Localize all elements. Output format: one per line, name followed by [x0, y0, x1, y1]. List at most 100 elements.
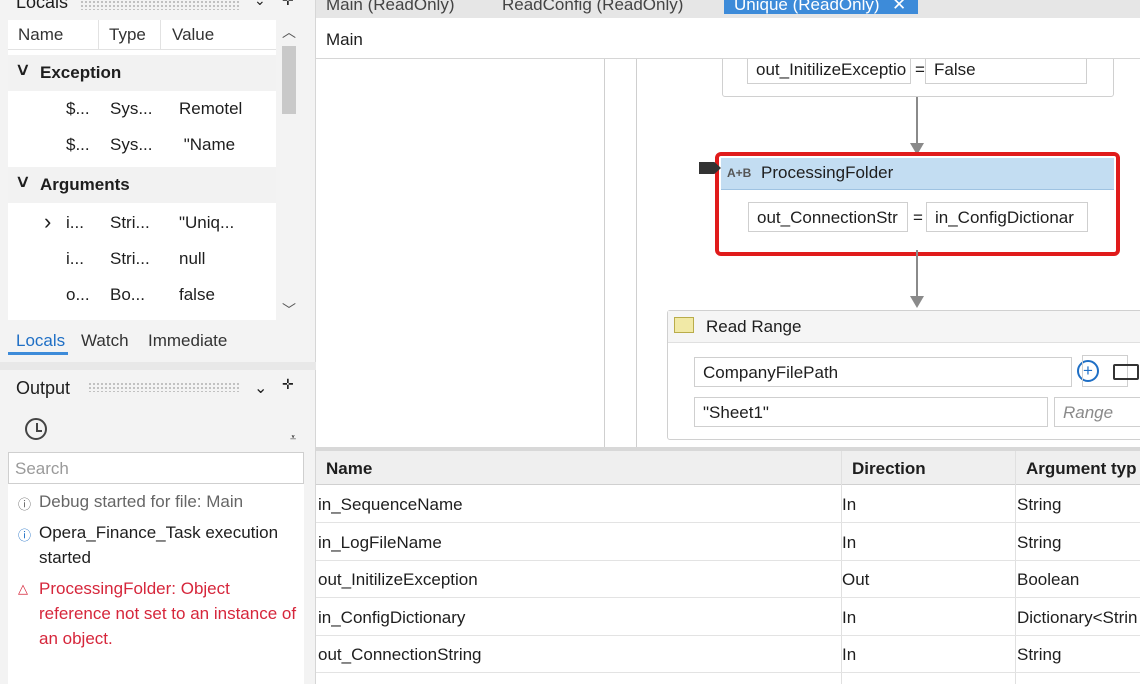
output-message-info[interactable]: Opera_Finance_Task execution started — [39, 520, 301, 570]
argument-type[interactable]: Dictionary<Strin — [1017, 608, 1137, 628]
activity-header[interactable]: Read Range — [668, 311, 1140, 343]
chevron-down-icon[interactable]: ˅ — [17, 172, 29, 195]
argument-name[interactable]: in_LogFileName — [318, 533, 442, 553]
assign-activity[interactable]: out_InitilizeExceptio = False — [722, 59, 1114, 97]
assign-value-field[interactable]: in_ConfigDictionar — [926, 202, 1088, 232]
assign-to-field[interactable]: out_ConnectionStr — [748, 202, 908, 232]
arrow-down-icon — [910, 296, 924, 308]
argument-direction[interactable]: In — [842, 608, 856, 628]
locals-tree: ˅ Exception $... Sys... Remotel $... Sys… — [8, 50, 276, 320]
workbook-path-field[interactable]: CompanyFilePath — [694, 357, 1072, 387]
assign-to-field[interactable]: out_InitilizeExceptio — [747, 59, 911, 84]
activity-title: Read Range — [706, 317, 802, 336]
chevron-down-icon[interactable]: ⌄ — [254, 378, 267, 398]
equals-sign: = — [913, 208, 923, 227]
scroll-thumb[interactable] — [282, 46, 296, 114]
folder-icon — [1113, 364, 1139, 380]
argument-type[interactable]: String — [1017, 495, 1061, 515]
argument-name[interactable]: in_ConfigDictionary — [318, 608, 465, 628]
tab-main[interactable]: Main (ReadOnly) — [326, 0, 455, 15]
col-name[interactable]: Name — [326, 459, 372, 479]
processing-folder-activity[interactable]: A+B ProcessingFolder out_ConnectionStr =… — [715, 152, 1120, 256]
group-label: Exception — [40, 63, 122, 82]
tab-active-indicator — [8, 352, 68, 355]
argument-direction[interactable]: In — [842, 495, 856, 515]
list-item[interactable]: $... Sys... "Name — [8, 127, 276, 163]
left-pane: Locals ⌄ ✛ Name Type Value ˅ Exception $… — [0, 0, 316, 684]
breadcrumb-main[interactable]: Main — [326, 30, 363, 50]
assign-value-field[interactable]: False — [925, 59, 1087, 84]
tree-group-exception[interactable]: ˅ Exception — [8, 55, 276, 91]
browse-button[interactable] — [1082, 355, 1139, 387]
locals-drag-handle[interactable] — [80, 0, 240, 10]
table-row[interactable]: in_LogFileName In String — [316, 524, 1140, 561]
argument-name[interactable]: in_SequenceName — [318, 495, 463, 515]
clock-icon[interactable] — [25, 418, 47, 440]
list-item[interactable]: o... Bo... false — [8, 277, 276, 313]
locals-col-name[interactable]: Name — [18, 25, 63, 45]
local-value: "Uniq... — [179, 213, 235, 232]
filter-icon[interactable]: ⩡ — [290, 432, 296, 445]
chevron-right-icon[interactable]: › — [44, 209, 51, 235]
local-type: Sys... — [110, 99, 153, 118]
document-tabs: Main (ReadOnly) ReadConfig (ReadOnly) Un… — [316, 0, 1140, 18]
output-message-debug[interactable]: Debug started for file: Main — [39, 489, 301, 514]
list-item[interactable]: i... Stri... null — [8, 241, 276, 277]
equals-sign: = — [915, 60, 925, 79]
col-direction[interactable]: Direction — [852, 459, 926, 479]
search-input[interactable]: Search — [8, 452, 304, 484]
tab-unique[interactable]: Unique (ReadOnly) ✕ — [724, 0, 918, 14]
close-icon[interactable]: ✕ — [892, 0, 906, 15]
sheet-name-field[interactable]: "Sheet1" — [694, 397, 1048, 427]
range-field[interactable]: Range — [1054, 397, 1140, 427]
arguments-header: Name Direction Argument typ — [316, 451, 1140, 485]
local-value: null — [179, 249, 206, 268]
output-drag-handle[interactable] — [88, 382, 240, 392]
info-icon: ⓘ — [18, 497, 32, 512]
table-row[interactable]: out_InitilizeException Out Boolean — [316, 561, 1140, 598]
chevron-down-icon[interactable]: ˅ — [17, 60, 29, 83]
output-message-error[interactable]: ProcessingFolder: Object reference not s… — [39, 576, 301, 651]
local-name: $... — [66, 135, 90, 154]
designer-canvas[interactable]: out_InitilizeExceptio = False A+B Proces… — [316, 59, 1140, 447]
tab-unique-label: Unique (ReadOnly) — [734, 0, 880, 14]
table-row[interactable]: in_ConfigDictionary In Dictionary<Strin — [316, 599, 1140, 636]
info-icon: ⓘ — [18, 528, 32, 543]
argument-type[interactable]: Boolean — [1017, 570, 1079, 590]
tab-locals[interactable]: Locals — [16, 331, 65, 351]
flow-connector — [916, 97, 918, 143]
col-argument-type[interactable]: Argument typ — [1026, 459, 1137, 479]
activity-header[interactable]: A+B ProcessingFolder — [721, 158, 1114, 190]
excel-icon — [674, 317, 694, 333]
locals-col-type[interactable]: Type — [109, 25, 146, 45]
table-row[interactable]: out_ConnectionString In String — [316, 636, 1140, 673]
pin-icon[interactable]: ✛ — [282, 376, 294, 393]
scroll-up-icon[interactable]: ︿ — [282, 22, 296, 42]
list-item[interactable]: $... Sys... Remotel — [8, 91, 276, 127]
argument-type[interactable]: String — [1017, 533, 1061, 553]
chevron-down-icon[interactable]: ⌄ — [254, 0, 266, 9]
argument-direction[interactable]: In — [842, 645, 856, 665]
argument-name[interactable]: out_InitilizeException — [318, 570, 478, 590]
table-row[interactable]: in_SequenceName In String — [316, 486, 1140, 523]
tab-watch[interactable]: Watch — [81, 331, 129, 351]
local-type: Stri... — [110, 213, 150, 232]
argument-direction[interactable]: In — [842, 533, 856, 553]
local-name: i... — [66, 249, 84, 268]
local-type: Stri... — [110, 249, 150, 268]
argument-direction[interactable]: Out — [842, 570, 869, 590]
scroll-down-icon[interactable]: ﹀ — [282, 300, 296, 320]
tab-readconfig[interactable]: ReadConfig (ReadOnly) — [502, 0, 683, 15]
locals-scrollbar[interactable]: ︿ ﹀ — [278, 20, 300, 320]
flow-connector — [916, 250, 918, 296]
list-item[interactable]: › i... Stri... "Uniq... — [8, 205, 276, 241]
argument-type[interactable]: String — [1017, 645, 1061, 665]
pane-splitter[interactable] — [0, 362, 316, 370]
pin-icon[interactable]: ✛ — [282, 0, 294, 9]
locals-col-value[interactable]: Value — [172, 25, 214, 45]
assign-icon: A+B — [727, 166, 752, 180]
argument-name[interactable]: out_ConnectionString — [318, 645, 482, 665]
tab-immediate[interactable]: Immediate — [148, 331, 227, 351]
read-range-activity[interactable]: Read Range CompanyFilePath + "Sheet1" Ra… — [667, 310, 1140, 440]
tree-group-arguments[interactable]: ˅ Arguments — [8, 167, 276, 203]
